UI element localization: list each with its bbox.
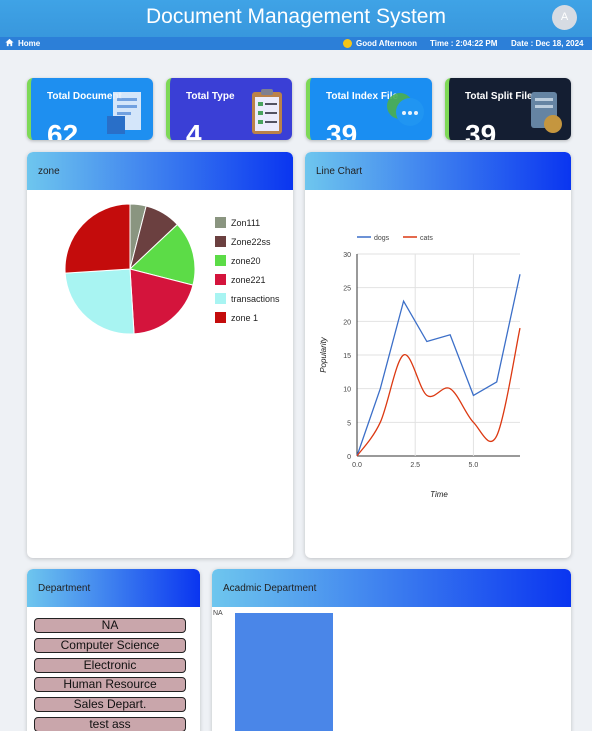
date-display: Date : Dec 18, 2024 <box>511 39 584 48</box>
academic-panel-header: Acadmic Department <box>212 569 571 607</box>
legend-swatch <box>215 274 226 285</box>
y-tick-label: 25 <box>343 286 351 293</box>
zone-panel: zone Zon111 Zone22ss zone20 zone221 transact… <box>27 152 293 558</box>
department-item[interactable]: Electronic <box>34 657 186 673</box>
stat-card-total-type[interactable]: Total Type 4 <box>166 78 292 140</box>
legend-label: zone221 <box>231 275 266 285</box>
y-tick-label: 30 <box>343 252 351 259</box>
department-item[interactable]: Human Resource <box>34 677 186 693</box>
y-tick-label: 15 <box>343 353 351 360</box>
legend-label: zone20 <box>231 256 261 266</box>
stat-value: 62 <box>47 119 79 140</box>
academic-panel: Acadmic Department NA <box>212 569 571 731</box>
department-item[interactable]: Sales Depart. <box>34 697 186 713</box>
x-axis-label: Time <box>430 490 448 499</box>
department-item[interactable]: NA <box>34 618 186 633</box>
x-tick-label: 2.5 <box>410 462 420 469</box>
line-chart[interactable]: 0 5 10 15 20 25 30 0.0 2.5 5.0 dogs cats Time Popular… <box>305 152 571 558</box>
app-header: Document Management System A <box>0 0 592 37</box>
department-panel-title: Department <box>38 583 91 594</box>
department-panel: Department NA Computer Science Electronic H… <box>27 569 200 731</box>
zone-pie-chart[interactable] <box>27 190 207 360</box>
zone-panel-header: zone <box>27 152 293 190</box>
bar-category-label: NA <box>213 610 223 617</box>
y-tick-label: 10 <box>343 387 351 394</box>
legend-label: transactions <box>231 294 280 304</box>
pie-slice[interactable] <box>64 268 135 335</box>
academic-panel-title: Acadmic Department <box>223 583 317 594</box>
y-axis-label: Popularity <box>319 336 328 373</box>
legend-swatch <box>215 217 226 228</box>
y-tick-label: 20 <box>343 319 351 326</box>
home-icon[interactable] <box>5 38 14 51</box>
home-link[interactable]: Home <box>18 37 40 50</box>
document-icon <box>107 92 141 134</box>
department-panel-header: Department <box>27 569 200 607</box>
stat-value: 39 <box>326 119 358 140</box>
time-display: Time : 2:04:22 PM <box>430 39 498 48</box>
department-item[interactable]: Computer Science <box>34 637 186 653</box>
smiley-icon <box>343 39 352 48</box>
legend-swatch <box>215 293 226 304</box>
clipboard-icon <box>252 89 282 134</box>
stat-value: 39 <box>465 119 497 140</box>
x-tick-label: 5.0 <box>469 462 479 469</box>
app-title: Document Management System <box>146 5 446 28</box>
legend-swatch <box>215 236 226 247</box>
y-tick-label: 0 <box>347 454 351 461</box>
x-tick-label: 0.0 <box>352 462 362 469</box>
series-line-cats[interactable] <box>356 327 521 457</box>
greeting-text: Good Afternoon <box>356 39 418 48</box>
avatar[interactable]: A <box>552 5 577 30</box>
legend-label: cats <box>420 235 433 242</box>
legend-label: Zone22ss <box>231 237 271 247</box>
stat-value: 4 <box>186 119 202 140</box>
bar[interactable] <box>235 613 333 731</box>
zone-panel-title: zone <box>38 166 60 177</box>
pie-slice[interactable] <box>64 203 131 274</box>
department-item[interactable]: test ass <box>34 717 186 731</box>
stat-card-total-document[interactable]: Total Document 62 <box>27 78 153 140</box>
academic-bar-chart[interactable]: NA <box>212 607 571 731</box>
stat-card-total-split-file[interactable]: Total Split File 39 <box>445 78 571 140</box>
chat-icon <box>387 93 424 126</box>
line-chart-panel: Line Chart 0 5 10 15 20 25 30 0.0 2.5 5.0 dogs cats… <box>305 152 571 558</box>
y-tick-label: 5 <box>347 420 351 427</box>
stat-card-total-index-file[interactable]: Total Index File 39 <box>306 78 432 140</box>
legend-label: Zon111 <box>231 218 261 228</box>
series-line-dogs[interactable] <box>356 274 521 457</box>
legend-label: dogs <box>374 235 390 242</box>
stat-label: Total Type <box>186 91 235 102</box>
legend-label: zone 1 <box>231 313 259 323</box>
status-bar: Home Good Afternoon Time : 2:04:22 PM Da… <box>0 37 592 50</box>
file-lock-icon <box>531 92 562 133</box>
legend-swatch <box>215 312 226 323</box>
legend-swatch <box>215 255 226 266</box>
